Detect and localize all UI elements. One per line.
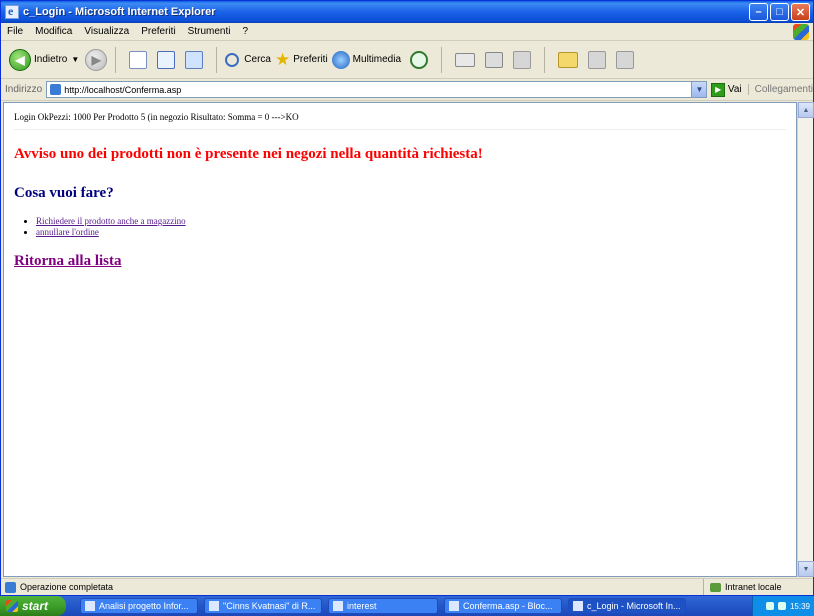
- address-input[interactable]: http://localhost/Conferma.asp ▼: [46, 81, 708, 98]
- close-button[interactable]: ✕: [791, 3, 810, 21]
- toolbar-separator: [544, 46, 546, 73]
- intranet-icon: [710, 582, 721, 592]
- taskbar-item[interactable]: interest: [328, 598, 438, 614]
- search-icon[interactable]: [225, 52, 240, 67]
- action-list: Richiedere il prodotto anche a magazzino…: [36, 216, 786, 238]
- back-to-list-link[interactable]: Ritorna alla lista: [14, 253, 122, 269]
- menu-favorites[interactable]: Preferiti: [141, 26, 175, 37]
- menu-bar: File Modifica Visualizza Preferiti Strum…: [1, 23, 813, 41]
- app-icon: [85, 601, 95, 611]
- windows-logo-icon: [6, 600, 18, 612]
- go-button[interactable]: Vai: [728, 84, 742, 95]
- app-icon: [209, 601, 219, 611]
- print-icon[interactable]: [485, 51, 504, 68]
- menu-view[interactable]: Visualizza: [84, 26, 129, 37]
- back-button-label[interactable]: Indietro: [34, 54, 67, 65]
- media-button-label[interactable]: Multimedia: [353, 54, 401, 65]
- taskbar-item-active[interactable]: c_Login - Microsoft In...: [568, 598, 686, 614]
- taskbar-item-label: c_Login - Microsoft In...: [587, 601, 681, 611]
- home-icon[interactable]: [185, 50, 204, 69]
- address-dropdown-icon[interactable]: ▼: [691, 82, 707, 97]
- forward-arrow-icon[interactable]: ▶: [85, 48, 108, 71]
- start-label: start: [22, 599, 49, 613]
- taskbar: start Analisi progetto Infor... "Cinns K…: [0, 596, 814, 616]
- status-bar: Operazione completata Intranet locale: [1, 578, 813, 595]
- taskbar-item-label: Analisi progetto Infor...: [99, 601, 189, 611]
- research-icon[interactable]: [616, 50, 635, 69]
- vertical-scrollbar[interactable]: ▲ ▼: [797, 102, 814, 577]
- page-icon: [50, 84, 62, 95]
- address-bar: Indirizzo http://localhost/Conferma.asp …: [1, 79, 813, 101]
- menu-file[interactable]: File: [7, 26, 23, 37]
- address-url[interactable]: http://localhost/Conferma.asp: [64, 85, 181, 95]
- clock[interactable]: 15:39: [790, 602, 810, 611]
- menu-edit[interactable]: Modifica: [35, 26, 72, 37]
- stop-icon[interactable]: [129, 50, 148, 69]
- links-button[interactable]: Collegamenti: [747, 84, 813, 95]
- browser-window: c_Login - Microsoft Internet Explorer – …: [0, 0, 814, 596]
- scroll-up-icon[interactable]: ▲: [798, 102, 814, 118]
- zone-label: Intranet locale: [725, 582, 782, 592]
- question-heading: Cosa vuoi fare?: [14, 185, 114, 201]
- taskbar-item-label: interest: [347, 601, 377, 611]
- window-controls: – □ ✕: [749, 3, 810, 21]
- minimize-button[interactable]: –: [749, 3, 768, 21]
- start-button[interactable]: start: [0, 596, 66, 616]
- list-item: annullare l'ordine: [36, 227, 786, 238]
- taskbar-item-label: "Cinns Kvatnasi" di R...: [223, 601, 316, 611]
- media-icon[interactable]: [331, 50, 350, 69]
- page-done-icon: [5, 581, 16, 593]
- ie-icon: [5, 4, 19, 19]
- taskbar-item[interactable]: Conferma.asp - Bloc...: [444, 598, 562, 614]
- taskbar-item[interactable]: Analisi progetto Infor...: [80, 598, 198, 614]
- toolbar-separator: [441, 46, 443, 73]
- mail-icon[interactable]: [455, 52, 476, 67]
- page-content: Login OkPezzi: 1000 Per Prodotto 5 (in n…: [3, 102, 797, 577]
- list-item: Richiedere il prodotto anche a magazzino: [36, 216, 786, 227]
- menu-tools[interactable]: Strumenti: [188, 26, 231, 37]
- app-icon: [573, 601, 583, 611]
- tray-icon[interactable]: [777, 602, 786, 610]
- security-zone: Intranet locale: [703, 579, 813, 595]
- edit-icon[interactable]: [513, 50, 532, 69]
- maximize-button[interactable]: □: [770, 3, 789, 21]
- system-tray: 15:39: [752, 596, 814, 616]
- menu-help[interactable]: ?: [242, 26, 248, 37]
- go-arrow-icon[interactable]: ▶: [711, 82, 725, 97]
- history-icon[interactable]: [410, 50, 429, 69]
- tray-icon[interactable]: [765, 602, 774, 610]
- taskbar-item[interactable]: "Cinns Kvatnasi" di R...: [204, 598, 322, 614]
- toolbar-separator: [115, 46, 117, 73]
- toolbar-separator: [216, 46, 218, 73]
- back-arrow-icon[interactable]: ◀: [9, 48, 31, 71]
- messenger-icon[interactable]: [588, 50, 607, 69]
- taskbar-item-label: Conferma.asp - Bloc...: [463, 601, 553, 611]
- search-button-label[interactable]: Cerca: [244, 54, 271, 65]
- window-title: c_Login - Microsoft Internet Explorer: [23, 6, 216, 18]
- request-warehouse-link[interactable]: Richiedere il prodotto anche a magazzino: [36, 216, 186, 226]
- cancel-order-link[interactable]: annullare l'ordine: [36, 227, 99, 237]
- log-line: Login OkPezzi: 1000 Per Prodotto 5 (in n…: [14, 112, 299, 122]
- app-icon: [333, 601, 343, 611]
- standard-toolbar: ◀ Indietro ▼ ▶ Cerca ★ Preferiti Multime…: [1, 41, 813, 79]
- folder-icon[interactable]: [558, 51, 579, 68]
- refresh-icon[interactable]: [157, 50, 176, 69]
- status-text: Operazione completata: [20, 582, 114, 592]
- favorites-star-icon[interactable]: ★: [275, 50, 290, 69]
- scroll-down-icon[interactable]: ▼: [798, 561, 814, 577]
- address-label: Indirizzo: [5, 84, 43, 95]
- windows-logo-icon: [793, 24, 809, 40]
- back-dropdown-icon[interactable]: ▼: [71, 55, 79, 64]
- warning-message: Avviso uno dei prodotti non è presente n…: [14, 146, 483, 162]
- title-bar[interactable]: c_Login - Microsoft Internet Explorer – …: [1, 1, 813, 23]
- app-icon: [449, 601, 459, 611]
- favorites-button-label[interactable]: Preferiti: [293, 54, 327, 65]
- horizontal-rule: [14, 129, 786, 130]
